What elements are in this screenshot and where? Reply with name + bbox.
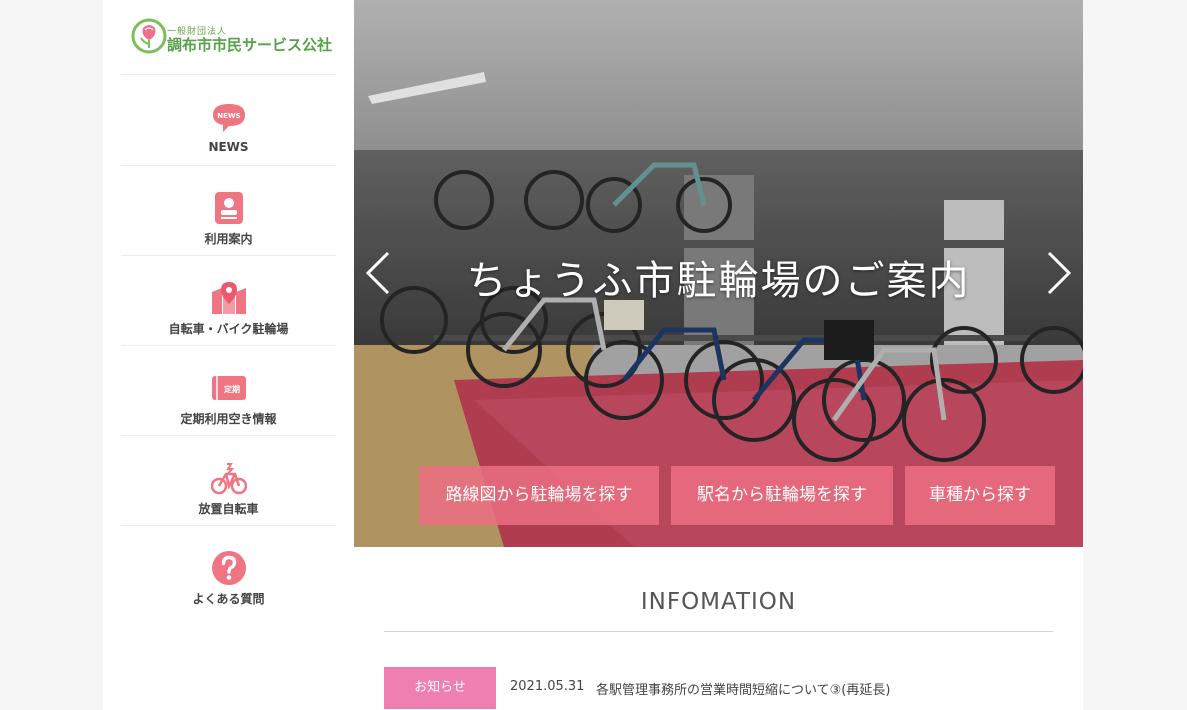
nav-label-pass-availability: 定期利用空き情報 [180, 412, 277, 426]
nav-label-parking: 自転車・バイク駐輪場 [168, 322, 289, 336]
nav-item-pass-availability[interactable]: 定期 定期利用空き情報 [121, 346, 336, 436]
nav-label-news: NEWS [208, 140, 249, 154]
nav-label-guide: 利用案内 [204, 232, 253, 246]
search-by-station-button[interactable]: 駅名から駐輪場を探す [671, 466, 893, 525]
information-section: INFOMATION お知らせ 2021.05.31 各駅管理事務所の営業時間短… [354, 547, 1083, 710]
nav-label-abandoned-bikes: 放置自転車 [198, 502, 259, 516]
sidebar: 一般財団法人 調布市市民サービス公社 NEWS NEWS 利用案内 自転車・バイ… [103, 0, 354, 710]
hero-title: ちょうふ市駐輪場のご案内 [466, 258, 971, 304]
question-icon [211, 551, 246, 585]
heading-divider [384, 631, 1053, 632]
news-item-link[interactable]: 各駅管理事務所の営業時間短縮について③(再延長) [596, 679, 890, 698]
search-by-vehicle-type-button[interactable]: 車種から探す [905, 466, 1055, 525]
information-heading: INFOMATION [640, 589, 797, 615]
guide-book-icon [214, 192, 243, 224]
nav-item-parking[interactable]: 自転車・バイク駐輪場 [121, 256, 336, 346]
hero-banner: ちょうふ市駐輪場のご案内 路線図から駐輪場を探す 駅名から駐輪場を探す 車種から… [354, 0, 1083, 547]
nav-item-guide[interactable]: 利用案内 [121, 166, 336, 256]
flower-logo-icon [131, 18, 167, 54]
logo-name: 調布市市民サービス公社 [167, 36, 333, 54]
nav-label-faq: よくある質問 [192, 592, 265, 606]
news-date: 2021.05.31 [510, 679, 585, 694]
news-bubble-icon: NEWS [212, 104, 245, 132]
bicycle-icon [210, 463, 247, 495]
site-logo[interactable]: 一般財団法人 調布市市民サービス公社 [121, 10, 336, 75]
main-nav: NEWS NEWS 利用案内 自転車・バイク駐輪場 定期 定期利用空き情報 放置… [121, 76, 336, 615]
news-icon-text: NEWS [217, 112, 240, 120]
nav-item-news[interactable]: NEWS NEWS [121, 76, 336, 166]
pass-ticket-icon: 定期 [211, 376, 246, 400]
pass-icon-text: 定期 [223, 384, 240, 394]
search-by-route-map-button[interactable]: 路線図から駐輪場を探す [419, 466, 659, 525]
news-category-badge: お知らせ [384, 667, 496, 709]
map-pin-icon [211, 282, 246, 314]
nav-item-faq[interactable]: よくある質問 [121, 526, 336, 615]
nav-item-abandoned-bikes[interactable]: 放置自転車 [121, 436, 336, 526]
